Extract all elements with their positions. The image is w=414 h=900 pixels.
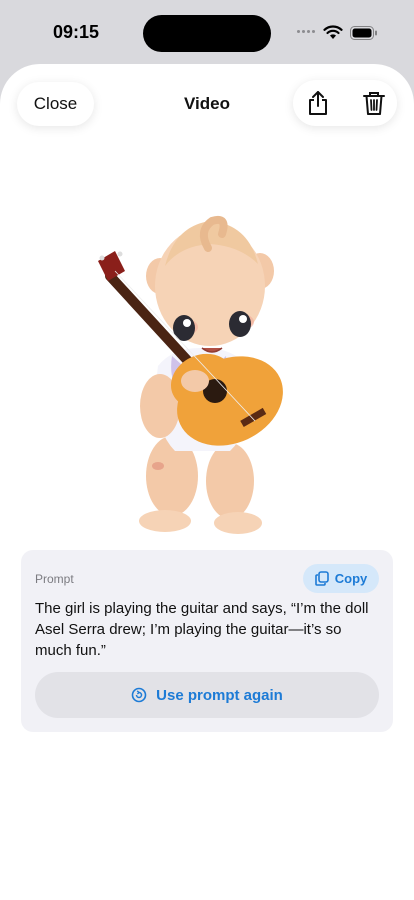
dynamic-island	[143, 15, 271, 52]
trash-icon	[363, 92, 385, 115]
copy-icon	[314, 571, 329, 586]
refresh-icon	[131, 687, 147, 703]
prompt-card: Prompt Copy The girl is playing the guit…	[21, 550, 393, 732]
actions-group	[293, 80, 397, 126]
video-sheet: Close Video Prompt Copy The girl is play…	[0, 64, 414, 900]
cellular-signal-icon	[297, 30, 315, 33]
battery-icon	[350, 26, 377, 40]
copy-label: Copy	[334, 571, 368, 586]
use-prompt-again-button[interactable]: Use prompt again	[35, 672, 379, 718]
status-bar: 09:15	[0, 0, 414, 64]
prompt-label: Prompt	[35, 572, 74, 586]
video-preview[interactable]	[80, 176, 310, 536]
use-prompt-again-label: Use prompt again	[156, 686, 283, 704]
delete-button[interactable]	[360, 89, 388, 117]
share-button[interactable]	[304, 89, 332, 117]
prompt-text: The girl is playing the guitar and says,…	[35, 600, 369, 659]
copy-button[interactable]: Copy	[303, 564, 379, 593]
wifi-icon	[323, 25, 343, 39]
share-icon	[309, 91, 327, 115]
status-time: 09:15	[53, 22, 100, 42]
